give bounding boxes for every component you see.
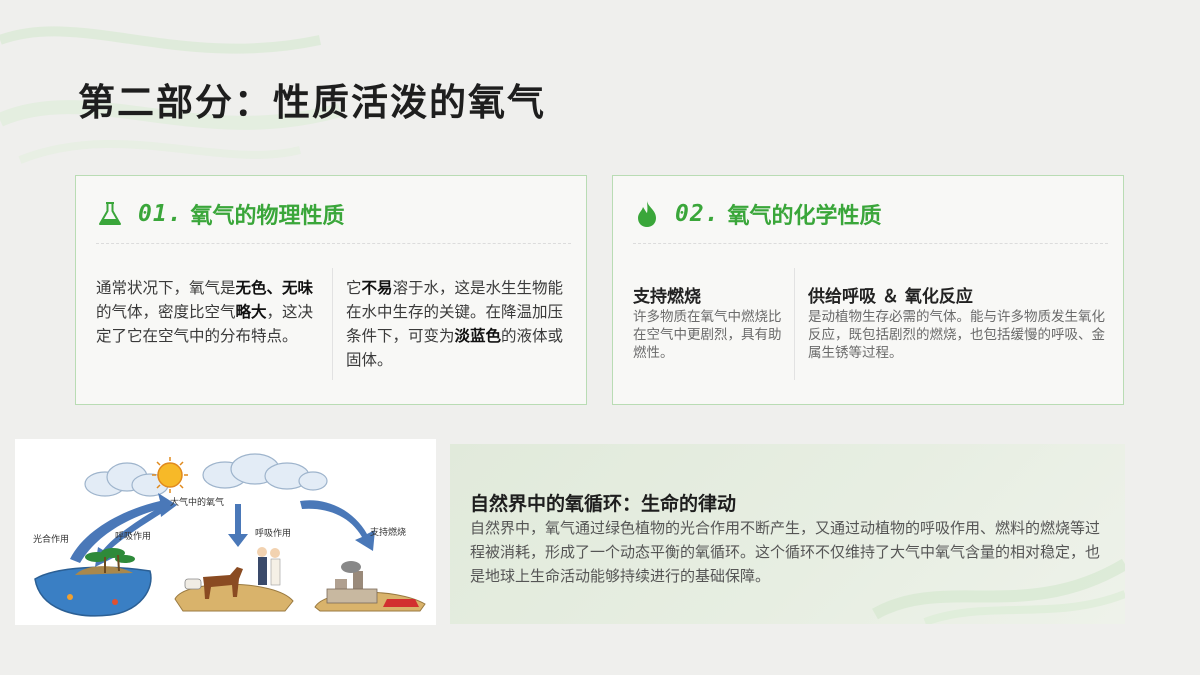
card-header: 02. 氧气的化学性质 bbox=[633, 198, 882, 230]
column-separator bbox=[794, 268, 795, 380]
highlight-text: 无色、无味 bbox=[235, 278, 314, 297]
factory-icon bbox=[314, 561, 426, 612]
combustion-desc: 许多物质在氧气中燃烧比在空气中更剧烈，具有助燃性。 bbox=[633, 309, 782, 361]
oxygen-cycle-info-panel: 自然界中的氧循环：生命的律动 自然界中，氧气通过绿色植物的光合作用不断产生，又通… bbox=[450, 444, 1125, 624]
respiration-desc: 是动植物生存必需的气体。能与许多物质发生氧化反应，既包括剧烈的燃烧，也包括缓慢的… bbox=[808, 309, 1105, 361]
card-heading: 氧气的化学性质 bbox=[727, 203, 882, 229]
highlight-text: 略大 bbox=[235, 302, 267, 321]
label-atmosphere-oxygen: 大气中的氧气 bbox=[170, 498, 225, 508]
physical-col-1: 通常状况下，氧气是无色、无味的气体，密度比空气略大，这决定了它在空气中的分布特点… bbox=[96, 276, 324, 348]
flame-icon bbox=[633, 200, 661, 228]
column-separator bbox=[332, 268, 333, 380]
label-respiration-2: 呼吸作用 bbox=[255, 529, 292, 539]
animals-people-icon bbox=[174, 547, 294, 612]
physical-properties-card: 01. 氧气的物理性质 通常状况下，氧气是无色、无味的气体，密度比空气略大，这决… bbox=[75, 175, 587, 405]
card-number: 01. bbox=[138, 201, 183, 227]
info-text: 自然界中，氧气通过绿色植物的光合作用不断产生，又通过动植物的呼吸作用、燃料的燃烧… bbox=[470, 519, 1101, 585]
label-photosynthesis: 光合作用 bbox=[33, 535, 70, 545]
chemical-properties-card: 02. 氧气的化学性质 支持燃烧 许多物质在氧气中燃烧比在空气中更剧烈，具有助燃… bbox=[612, 175, 1124, 405]
text-segment: 的气体，密度比空气 bbox=[96, 303, 236, 321]
card-heading: 氧气的物理性质 bbox=[190, 203, 345, 229]
respiration-title: 供给呼吸 ＆ 氧化反应 bbox=[808, 287, 973, 307]
text-segment: 通常状况下，氧气是 bbox=[96, 279, 236, 297]
card-number: 02. bbox=[675, 201, 720, 227]
cloud-right-icon bbox=[202, 453, 328, 491]
info-title: 自然界中的氧循环：生命的律动 bbox=[470, 493, 737, 515]
label-combustion: 支持燃烧 bbox=[370, 528, 407, 538]
sun-icon bbox=[152, 457, 188, 493]
combustion-block: 支持燃烧 许多物质在氧气中燃烧比在空气中更剧烈，具有助燃性。 bbox=[633, 286, 785, 362]
card-divider bbox=[96, 243, 571, 244]
highlight-text: 淡蓝色 bbox=[454, 326, 502, 345]
highlight-text: 不易 bbox=[361, 278, 393, 297]
text-segment: 它 bbox=[346, 279, 362, 297]
page-title: 第二部分：性质活泼的氧气 bbox=[78, 80, 546, 124]
oxygen-cycle-illustration: 大气中的氧气 光合作用 呼吸作用 呼吸作用 支持燃烧 bbox=[15, 439, 436, 625]
cloud-left-icon bbox=[84, 462, 169, 497]
physical-col-2: 它不易溶于水，这是水生生物能在水中生存的关键。在降温加压条件下，可变为淡蓝色的液… bbox=[346, 276, 574, 372]
card-divider bbox=[633, 243, 1108, 244]
label-respiration-1: 呼吸作用 bbox=[115, 532, 152, 542]
respiration-block: 供给呼吸 ＆ 氧化反应 是动植物生存必需的气体。能与许多物质发生氧化反应，既包括… bbox=[808, 286, 1110, 362]
ocean-island-icon bbox=[34, 548, 152, 617]
flask-icon bbox=[96, 200, 124, 228]
card-header: 01. 氧气的物理性质 bbox=[96, 198, 345, 230]
combustion-title: 支持燃烧 bbox=[633, 287, 701, 307]
